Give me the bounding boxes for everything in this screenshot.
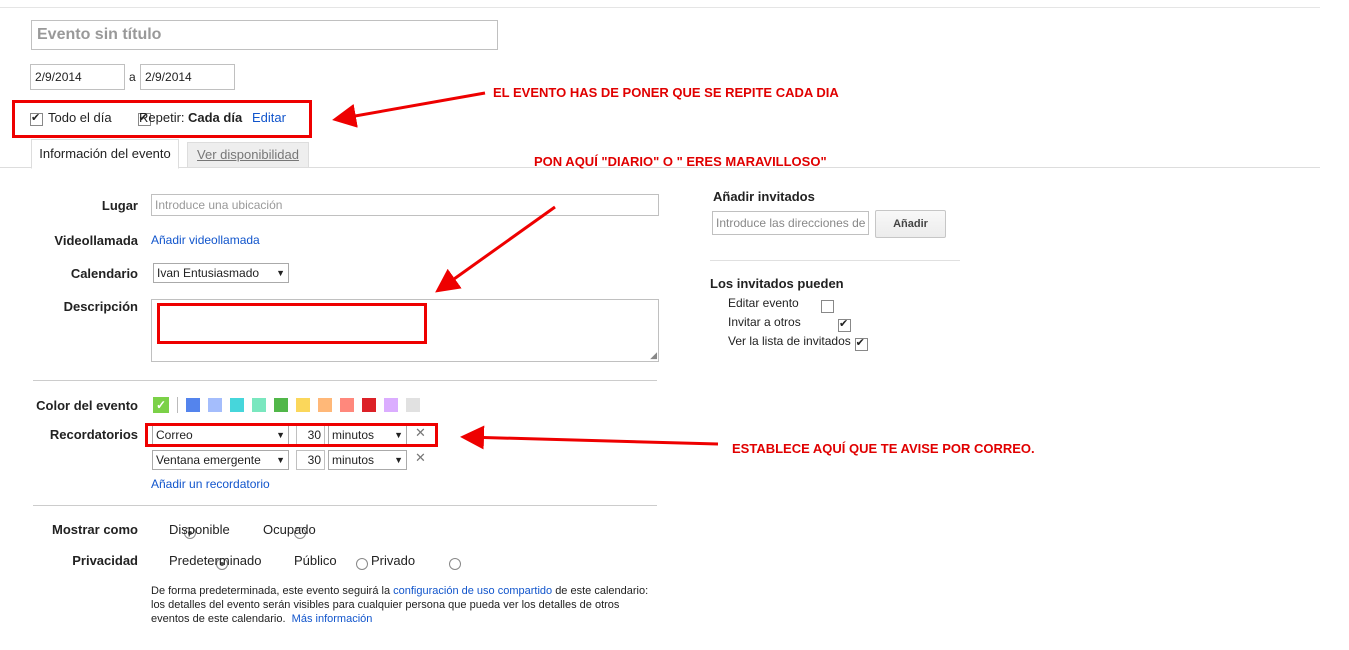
annotation-arrows: [332, 91, 719, 450]
repeat-arrow: [332, 91, 486, 128]
description-arrow: [435, 205, 556, 293]
reminder-arrow: [460, 425, 719, 450]
